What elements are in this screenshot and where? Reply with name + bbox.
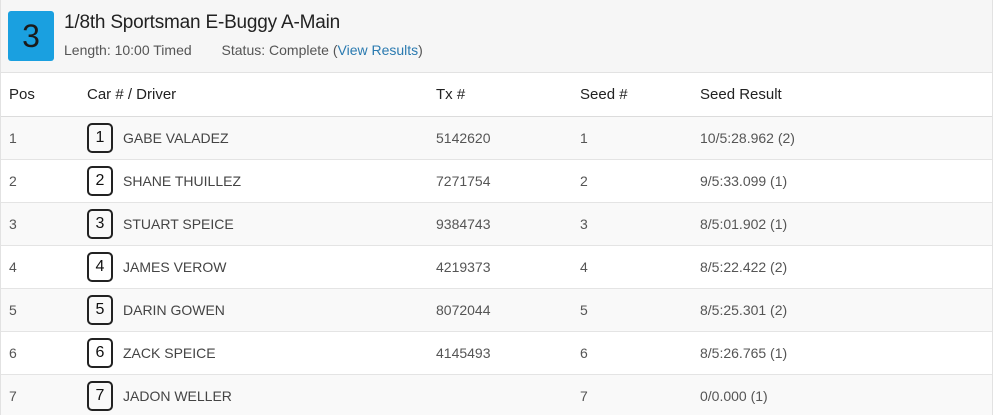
table-row: 1 1 GABE VALADEZ 5142620 1 10/5:28.962 (2) [1,116,992,160]
cell-pos: 5 [1,288,87,332]
header-seed: Seed # [580,73,700,117]
cell-seed: 3 [580,202,700,246]
cell-tx [436,374,580,415]
cell-tx: 5142620 [436,116,580,160]
heat-status-text: Status: Complete [221,42,329,58]
table-header-row: Pos Car # / Driver Tx # Seed # Seed Resu… [1,73,992,117]
car-number-badge: 7 [87,381,113,411]
cell-car-driver: 1 GABE VALADEZ [87,116,436,160]
table-row: 6 6 ZACK SPEICE 4145493 6 8/5:26.765 (1) [1,331,992,375]
cell-pos: 3 [1,202,87,246]
car-number-badge: 2 [87,166,113,196]
header-tx: Tx # [436,73,580,117]
heat-number-badge: 3 [8,11,54,61]
table-row: 7 7 JADON WELLER 7 0/0.000 (1) [1,374,992,415]
results-table: Pos Car # / Driver Tx # Seed # Seed Resu… [1,73,992,415]
cell-car-driver: 7 JADON WELLER [87,374,436,415]
view-results-link[interactable]: View Results [338,42,419,58]
header-car-driver: Car # / Driver [87,73,436,117]
cell-seed: 5 [580,288,700,332]
cell-seed: 6 [580,331,700,375]
cell-car-driver: 6 ZACK SPEICE [87,331,436,375]
car-number-badge: 6 [87,338,113,368]
cell-tx: 4145493 [436,331,580,375]
car-number-badge: 3 [87,209,113,239]
paren-close: ) [418,42,423,58]
cell-pos: 2 [1,159,87,203]
driver-name: JAMES VEROW [123,259,227,275]
cell-seed: 1 [580,116,700,160]
cell-pos: 6 [1,331,87,375]
cell-pos: 7 [1,374,87,415]
cell-seed: 7 [580,374,700,415]
driver-name: DARIN GOWEN [123,302,225,318]
cell-car-driver: 3 STUART SPEICE [87,202,436,246]
heat-header: 3 1/8th Sportsman E-Buggy A-Main Length:… [1,0,992,73]
table-row: 2 2 SHANE THUILLEZ 7271754 2 9/5:33.099 (1) [1,159,992,203]
cell-tx: 4219373 [436,245,580,289]
cell-seed-result: 9/5:33.099 (1) [700,159,992,203]
driver-name: STUART SPEICE [123,216,234,232]
cell-seed-result: 10/5:28.962 (2) [700,116,992,160]
driver-name: JADON WELLER [123,388,232,404]
cell-car-driver: 4 JAMES VEROW [87,245,436,289]
header-pos: Pos [1,73,87,117]
car-number-badge: 4 [87,252,113,282]
cell-pos: 1 [1,116,87,160]
heat-meta: Length: 10:00 Timed Status: Complete (Vi… [64,42,423,58]
cell-seed-result: 0/0.000 (1) [700,374,992,415]
table-row: 5 5 DARIN GOWEN 8072044 5 8/5:25.301 (2) [1,288,992,332]
cell-seed-result: 8/5:26.765 (1) [700,331,992,375]
cell-tx: 7271754 [436,159,580,203]
cell-seed: 4 [580,245,700,289]
cell-car-driver: 2 SHANE THUILLEZ [87,159,436,203]
header-seed-result: Seed Result [700,73,992,117]
driver-name: SHANE THUILLEZ [123,173,241,189]
cell-car-driver: 5 DARIN GOWEN [87,288,436,332]
driver-name: ZACK SPEICE [123,345,216,361]
heat-title: 1/8th Sportsman E-Buggy A-Main [64,12,340,33]
heat-status: Status: Complete (View Results) [222,42,423,58]
cell-tx: 9384743 [436,202,580,246]
car-number-badge: 1 [87,123,113,153]
cell-seed-result: 8/5:01.902 (1) [700,202,992,246]
car-number-badge: 5 [87,295,113,325]
cell-seed: 2 [580,159,700,203]
heat-panel: 3 1/8th Sportsman E-Buggy A-Main Length:… [0,0,993,415]
cell-pos: 4 [1,245,87,289]
driver-name: GABE VALADEZ [123,130,229,146]
cell-tx: 8072044 [436,288,580,332]
cell-seed-result: 8/5:25.301 (2) [700,288,992,332]
table-row: 3 3 STUART SPEICE 9384743 3 8/5:01.902 (1) [1,202,992,246]
table-row: 4 4 JAMES VEROW 4219373 4 8/5:22.422 (2) [1,245,992,289]
heat-length: Length: 10:00 Timed [64,42,192,58]
cell-seed-result: 8/5:22.422 (2) [700,245,992,289]
